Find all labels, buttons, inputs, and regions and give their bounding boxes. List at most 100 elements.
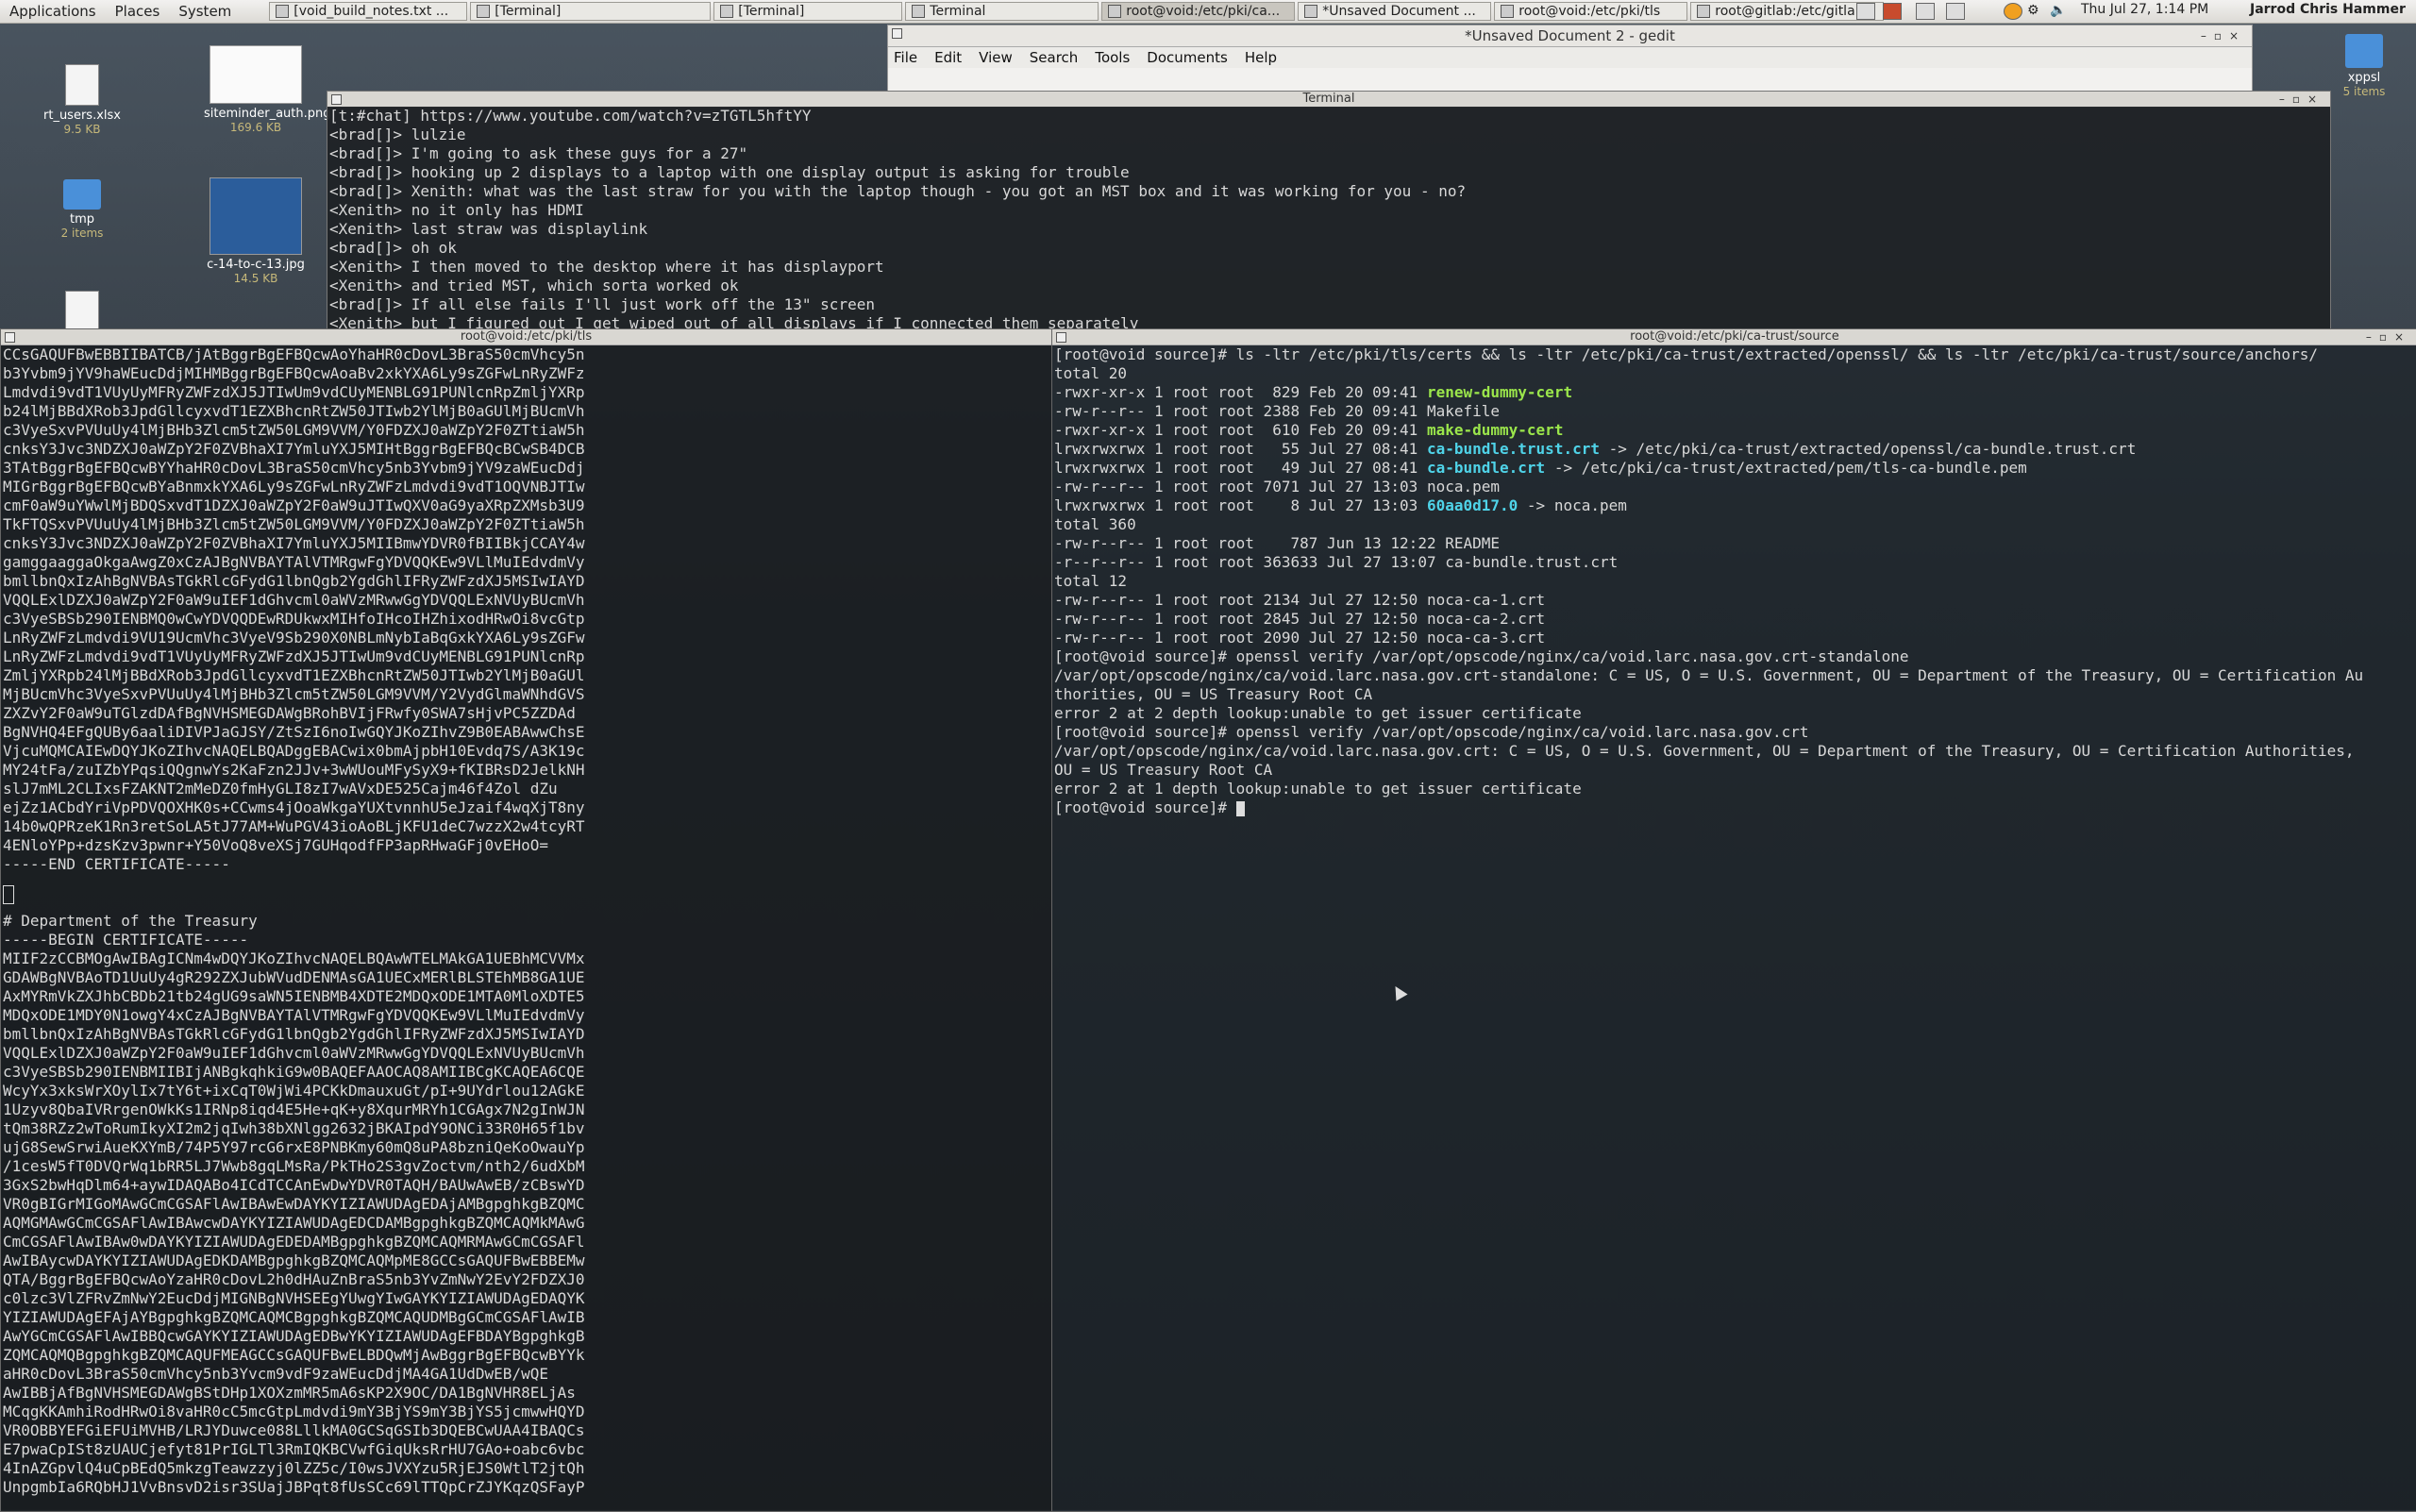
desktop-icon-label: c-14-to-c-13.jpg xyxy=(207,258,305,272)
terminal-line: gamggaaggaOkgaAwgZ0xCzAJBgNVBAYTAlVTMRgw… xyxy=(3,553,585,571)
terminal-line: VjcuMQMCAIEwDQYJKoZIhvcNAQELBQADggEBACwi… xyxy=(3,742,585,760)
terminal-line-text: -rw-r--r-- 1 root root 2090 Jul 27 12:50… xyxy=(1054,629,1546,647)
chat-terminal-titlebar[interactable]: Terminal –▫× xyxy=(327,92,2330,108)
places-menu[interactable]: Places xyxy=(106,3,170,20)
desktop-icon-siteminder[interactable]: siteminder_auth.png 169.6 KB xyxy=(204,45,331,134)
taskbar-button-label: [Terminal] xyxy=(738,4,805,19)
taskbar-button[interactable]: [Terminal] xyxy=(470,2,712,21)
terminal-line-text: /var/opt/opscode/nginx/ca/void.larc.nasa… xyxy=(1054,742,2355,760)
clock[interactable]: Thu Jul 27, 1:14 PM xyxy=(2081,2,2208,17)
menu-tools[interactable]: Tools xyxy=(1095,49,1130,66)
menu-view[interactable]: View xyxy=(979,49,1013,66)
terminal-line: c3VyeSBSb290IENBMQ0wCwYDVQQDEwRDUkwxMIHf… xyxy=(3,610,585,628)
desktop-icon-size: 2 items xyxy=(60,227,104,240)
terminal-line: 3TAtBggrBgEFBQcwBYYhaHR0cDovL3BraS50cmVh… xyxy=(3,459,585,477)
gedit-title: *Unsaved Document 2 - gedit xyxy=(1465,27,1675,44)
top-panel: Applications Places System [void_build_n… xyxy=(0,0,2416,24)
terminal-line: -rwxr-xr-x 1 root root 610 Feb 20 09:41 … xyxy=(1054,421,2415,440)
catrust-terminal-titlebar[interactable]: root@void:/etc/pki/ca-trust/source –▫× xyxy=(1052,329,2416,345)
taskbar-button[interactable]: root@void:/etc/pki/tls xyxy=(1494,2,1688,21)
system-menu[interactable]: System xyxy=(169,3,241,20)
window-controls[interactable]: –▫× xyxy=(2366,329,2411,344)
workspace-icon[interactable] xyxy=(1946,3,1965,20)
gedit-menubar: File Edit View Search Tools Documents He… xyxy=(888,47,2252,68)
taskbar-button-label: root@void:/etc/pki/ca... xyxy=(1126,4,1281,19)
terminal-line-text: error 2 at 2 depth lookup:unable to get … xyxy=(1054,704,1582,722)
desktop-icon-label: xppsl xyxy=(2347,71,2381,85)
image-file-icon xyxy=(210,177,302,255)
symlink-target: -> /etc/pki/ca-trust/extracted/openssl/c… xyxy=(1599,440,2137,458)
terminal-line: -rw-r--r-- 1 root root 2845 Jul 27 12:50… xyxy=(1054,610,2415,629)
terminal-line: 14b0wQPRzeK1Rn3retSoLA5tJ77AM+WuPGV43ioA… xyxy=(3,817,585,835)
tls-terminal-output[interactable]: CCsGAQUFBwEBBIIBATCB/jAtBggrBgEFBQcwAoYh… xyxy=(1,345,1051,1511)
taskbar-button[interactable]: *Unsaved Document ... xyxy=(1298,2,1492,21)
desktop-icon-file[interactable] xyxy=(30,291,134,333)
terminal-line: WcyYx3xksWrXOylIx7tY6t+ixCqT0WjWi4PCKkDm… xyxy=(3,1082,585,1100)
terminal-line: MCqgKKAmhiRodHRwOi8vaHR0cC5mcGtpLmdvdi9m… xyxy=(3,1403,585,1420)
taskbar-button[interactable]: [void_build_notes.txt ... xyxy=(269,2,468,21)
window-controls[interactable]: –▫× xyxy=(2201,25,2246,46)
terminal-line: lrwxrwxrwx 1 root root 8 Jul 27 13:03 60… xyxy=(1054,496,2415,515)
taskbar-button-label: root@gitlab:/etc/gitla... xyxy=(1715,4,1869,19)
volume-icon[interactable]: 🔈 xyxy=(2050,3,2067,18)
workspace-icon[interactable] xyxy=(1916,3,1935,20)
window-icon xyxy=(1108,5,1122,18)
chat-line: <Xenith> and tried MST, which sorta work… xyxy=(329,277,739,294)
tls-terminal-titlebar[interactable]: root@void:/etc/pki/tls xyxy=(1,329,1051,345)
workspace-switcher-icon[interactable] xyxy=(1856,3,1875,20)
menu-file[interactable]: File xyxy=(894,49,917,66)
applications-menu[interactable]: Applications xyxy=(0,3,106,20)
taskbar-button[interactable]: root@gitlab:/etc/gitla... xyxy=(1690,2,1885,21)
tls-terminal-title: root@void:/etc/pki/tls xyxy=(460,329,593,344)
desktop-icon-xppsl[interactable]: xppsl 5 items xyxy=(2312,34,2416,98)
terminal-line: -rw-r--r-- 1 root root 787 Jun 13 12:22 … xyxy=(1054,534,2415,553)
chat-line: <brad[]> Xenith: what was the last straw… xyxy=(329,182,1467,200)
chat-line: <brad[]> I'm going to ask these guys for… xyxy=(329,144,748,162)
terminal-line: Lmdvdi9vdT1VUyUyMFRyZWFzdXJ5JTIwUm9vdCUy… xyxy=(3,383,585,401)
chat-terminal-output[interactable]: [t:#chat] https://www.youtube.com/watch?… xyxy=(327,107,2330,329)
menu-edit[interactable]: Edit xyxy=(934,49,962,66)
terminal-cursor xyxy=(3,885,14,904)
desktop-icon-rt-users[interactable]: rt_users.xlsx 9.5 KB xyxy=(30,64,134,136)
terminal-line-text: [root@void source]# ls -ltr /etc/pki/tls… xyxy=(1054,345,2318,363)
terminal-line: OU = US Treasury Root CA xyxy=(1054,761,2415,780)
chat-terminal-title: Terminal xyxy=(1302,92,1355,106)
menu-help[interactable]: Help xyxy=(1245,49,1277,66)
window-icon xyxy=(477,5,491,18)
terminal-line-text: total 12 xyxy=(1054,572,1128,590)
app-tray-icon[interactable] xyxy=(1883,3,1902,20)
weather-icon[interactable] xyxy=(2004,3,2022,20)
terminal-line: MjBUcmVhc3VyeSxvPVUuUy4lMjBHb3Zlcm5tZW50… xyxy=(3,685,585,703)
terminal-line: AwIBAycwDAYKYIZIAWUDAgEDKDAMBgpghkgBZQMC… xyxy=(3,1252,585,1269)
taskbar-button[interactable]: [Terminal] xyxy=(713,2,903,21)
terminal-line: VR0OBBYEFGiEFUiMVHB/LRJYDuwce088LllkMA0G… xyxy=(3,1421,585,1439)
taskbar-button[interactable]: root@void:/etc/pki/ca... xyxy=(1101,2,1296,21)
terminal-line: bmllbnQxIzAhBgNVBAsTGkRlcGFydG1lbnQgb2Yg… xyxy=(3,1025,585,1043)
desktop-icon-cable-image[interactable]: c-14-to-c-13.jpg 14.5 KB xyxy=(204,177,308,285)
window-icon xyxy=(1697,5,1711,18)
terminal-line: [root@void source]# ls -ltr /etc/pki/tls… xyxy=(1054,345,2415,364)
tls-terminal-window: root@void:/etc/pki/tls CCsGAQUFBwEBBIIBA… xyxy=(0,328,1052,1512)
terminal-app-icon xyxy=(331,94,342,105)
terminal-line: c3VyeSxvPVUuUy4lMjBHb3Zlcm5tZW50LGM9VVM/… xyxy=(3,421,585,439)
window-controls[interactable]: –▫× xyxy=(2279,92,2324,107)
gedit-titlebar[interactable]: *Unsaved Document 2 - gedit –▫× xyxy=(888,25,2252,47)
terminal-line: error 2 at 2 depth lookup:unable to get … xyxy=(1054,704,2415,723)
menu-documents[interactable]: Documents xyxy=(1147,49,1228,66)
taskbar-button[interactable]: Terminal xyxy=(905,2,1099,21)
menu-search[interactable]: Search xyxy=(1030,49,1079,66)
network-icon[interactable]: ⚙ xyxy=(2027,3,2044,18)
terminal-line: -rwxr-xr-x 1 root root 829 Feb 20 09:41 … xyxy=(1054,383,2415,402)
catrust-terminal-output[interactable]: [root@void source]# ls -ltr /etc/pki/tls… xyxy=(1052,345,2416,1511)
terminal-cursor xyxy=(1235,800,1245,816)
text-file-icon xyxy=(65,291,99,330)
desktop-icon-tmp[interactable]: tmp 2 items xyxy=(30,179,134,240)
folder-icon xyxy=(2345,34,2383,68)
terminal-line: QTA/BggrBgEFBQcwAoYzaHR0cDovL2h0dHAuZnBr… xyxy=(3,1270,585,1288)
terminal-line: AQMGMAwGCmCGSAFlAwIBAwcwDAYKYIZIAWUDAgED… xyxy=(3,1214,585,1232)
user-menu[interactable]: Jarrod Chris Hammer xyxy=(2250,2,2406,17)
terminal-line: cmF0aW9uYWwlMjBDQSxvdT1DZXJ0aWZpY2F0aW9u… xyxy=(3,496,585,514)
taskbar-button-label: [Terminal] xyxy=(495,4,562,19)
terminal-line-text: lrwxrwxrwx 1 root root 49 Jul 27 08:41 xyxy=(1054,459,1427,477)
